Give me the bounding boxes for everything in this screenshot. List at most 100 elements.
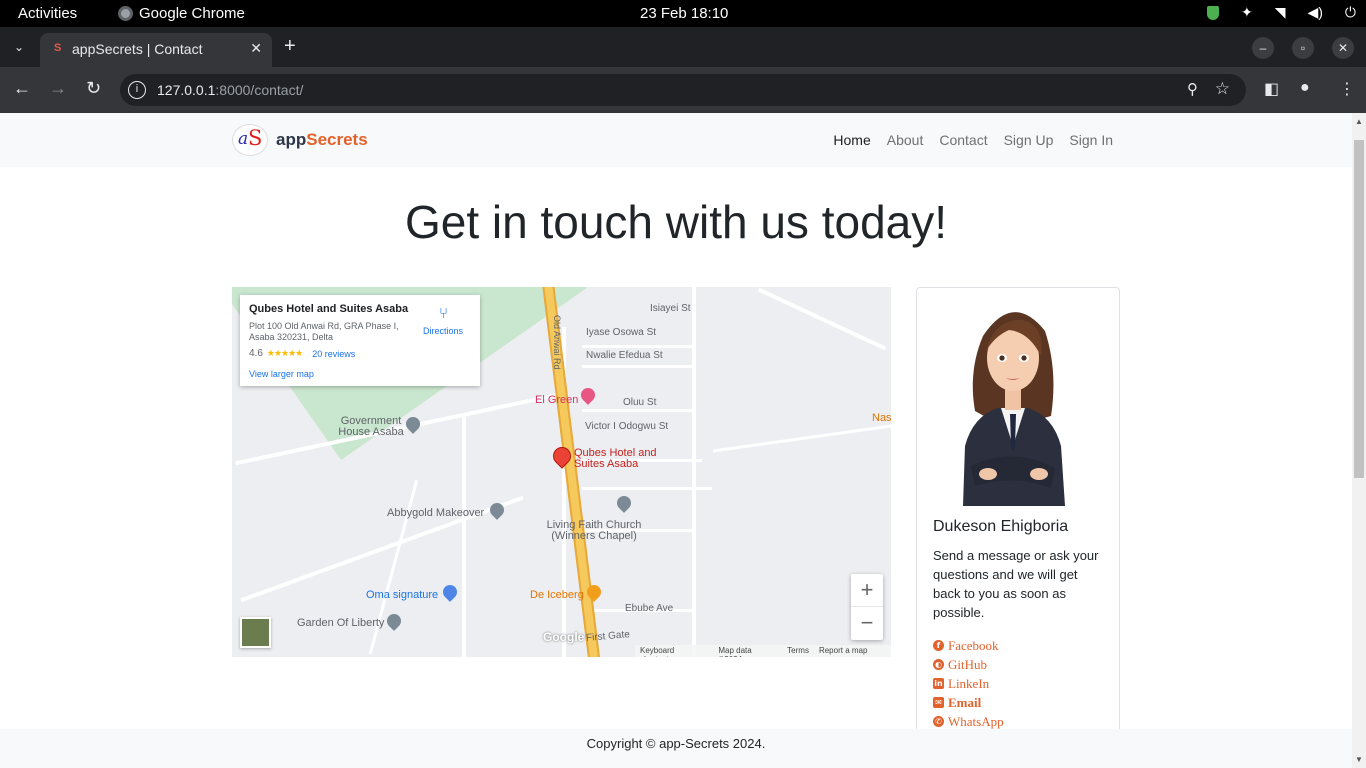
street-label: Oluu St bbox=[623, 397, 657, 408]
map-road bbox=[582, 409, 692, 412]
activities-button[interactable]: Activities bbox=[18, 5, 77, 22]
minimize-button[interactable]: – bbox=[1252, 37, 1274, 59]
street-label: Iyase Osowa St bbox=[586, 327, 657, 338]
brand-name: appSecrets bbox=[276, 130, 368, 149]
accessibility-icon: ✦ bbox=[1240, 4, 1253, 20]
power-icon: ⏻ bbox=[1344, 4, 1356, 20]
forward-button[interactable]: → bbox=[49, 78, 67, 99]
volume-icon: ◀) bbox=[1307, 4, 1323, 20]
site-footer: Copyright © app-Secrets 2024. bbox=[0, 729, 1352, 768]
map-road bbox=[712, 424, 891, 453]
app-menu[interactable]: Google Chrome bbox=[118, 5, 245, 22]
map-road bbox=[757, 287, 887, 351]
tab-close-icon[interactable]: ✕ bbox=[250, 40, 262, 57]
poi-label: El Green bbox=[535, 394, 579, 406]
site-navbar: aS appSecrets Home About Contact Sign Up… bbox=[0, 113, 1352, 167]
page-scrollbar[interactable]: ▲ ▼ bbox=[1352, 113, 1366, 768]
nav-link-signin[interactable]: Sign In bbox=[1069, 132, 1113, 148]
tab-title: appSecrets | Contact bbox=[72, 41, 203, 57]
back-button[interactable]: ← bbox=[13, 78, 31, 99]
poi-label: Garden Of Liberty bbox=[297, 617, 385, 629]
reload-button[interactable]: ↻ bbox=[86, 78, 101, 99]
whatsapp-link[interactable]: ✆ WhatsApp bbox=[933, 714, 1004, 729]
profile-description: Send a message or ask your questions and… bbox=[933, 548, 1099, 620]
nav-link-signup[interactable]: Sign Up bbox=[1004, 132, 1054, 148]
shield-icon bbox=[1206, 5, 1219, 20]
menu-kebab-icon[interactable]: ⋮ bbox=[1339, 79, 1355, 99]
map-road bbox=[582, 365, 692, 368]
bookmark-star-icon[interactable]: ☆ bbox=[1215, 79, 1230, 99]
nav-link-home[interactable]: Home bbox=[833, 132, 870, 148]
page-title: Get in touch with us today! bbox=[404, 196, 948, 248]
scroll-down-icon[interactable]: ▼ bbox=[1355, 755, 1363, 764]
brand-logo[interactable]: aS appSecrets bbox=[232, 124, 368, 156]
tab-favicon: S bbox=[54, 42, 62, 54]
facebook-icon: f bbox=[933, 640, 944, 651]
map-road bbox=[582, 345, 692, 348]
scroll-up-icon[interactable]: ▲ bbox=[1355, 117, 1363, 126]
street-label: Victor I Odogwu St bbox=[585, 421, 669, 432]
stars-icon: ★★★★★ bbox=[266, 348, 303, 358]
tab-search-button[interactable]: ⌄ bbox=[8, 36, 30, 58]
system-top-bar: Activities Google Chrome 23 Feb 18:10 ✦ … bbox=[0, 0, 1366, 27]
keyboard-shortcuts-link[interactable]: Keyboard shortcuts bbox=[640, 646, 708, 657]
url-text[interactable]: 127.0.0.1:8000/contact/ bbox=[157, 82, 303, 98]
app-name: Google Chrome bbox=[139, 5, 245, 22]
view-larger-map-link[interactable]: View larger map bbox=[249, 369, 314, 379]
poi-label: De Iceberg bbox=[530, 589, 584, 601]
tab-strip: ⌄ S appSecrets | Contact ✕ + – ▫ ✕ bbox=[0, 27, 1366, 67]
street-label: Ebube Ave bbox=[625, 603, 674, 614]
map-road bbox=[462, 417, 466, 657]
directions-icon[interactable]: ⑂ bbox=[439, 305, 448, 322]
github-link[interactable]: ◐ GitHub bbox=[933, 657, 1004, 672]
wifi-icon: ◥ bbox=[1274, 4, 1286, 20]
poi-label: Oma signature bbox=[366, 589, 439, 601]
hotel-pin-icon[interactable] bbox=[578, 385, 598, 405]
street-label: Old Anwai Rd bbox=[552, 315, 562, 370]
chrome-icon bbox=[118, 6, 133, 21]
poi-label: Living Faith Church (Winners Chapel) bbox=[546, 519, 642, 542]
whatsapp-icon: ✆ bbox=[933, 716, 944, 727]
new-tab-button[interactable]: + bbox=[284, 35, 296, 58]
poi-label: Abbygold Makeover bbox=[387, 507, 485, 519]
terms-link[interactable]: Terms bbox=[787, 646, 809, 656]
embedded-map[interactable]: Isiayei St Iyase Osowa St Nwalie Efedua … bbox=[232, 287, 891, 657]
browser-toolbar: ← → ↻ i 127.0.0.1:8000/contact/ ⚲ ☆ ◧ ● … bbox=[0, 67, 1366, 113]
maximize-button[interactable]: ▫ bbox=[1292, 37, 1314, 59]
building-pin-icon[interactable] bbox=[403, 414, 423, 434]
social-links: f Facebook ◐ GitHub in LinkeIn ✉ Email ✆ What… bbox=[933, 638, 1004, 729]
poi-label: Qubes Hotel and Suites Asaba bbox=[574, 447, 657, 470]
site-info-icon[interactable]: i bbox=[128, 81, 146, 99]
zoom-out-button[interactable]: − bbox=[851, 607, 883, 640]
avatar bbox=[963, 312, 1065, 506]
scrollbar-thumb[interactable] bbox=[1354, 140, 1364, 478]
side-panel-icon[interactable]: ◧ bbox=[1264, 79, 1279, 99]
zoom-in-button[interactable]: + bbox=[851, 574, 883, 607]
clock[interactable]: 23 Feb 18:10 bbox=[640, 5, 728, 22]
nav-links: Home About Contact Sign Up Sign In bbox=[833, 132, 1113, 148]
linkedin-link[interactable]: in LinkeIn bbox=[933, 676, 1004, 691]
nav-link-about[interactable]: About bbox=[887, 132, 924, 148]
church-pin-icon[interactable] bbox=[614, 493, 634, 513]
satellite-layer-button[interactable] bbox=[240, 617, 271, 648]
poi-label: Government House Asaba bbox=[338, 415, 404, 438]
park-pin-icon[interactable] bbox=[384, 611, 404, 631]
reviews-link[interactable]: 20 reviews bbox=[312, 349, 355, 359]
report-map-error-link[interactable]: Report a map error bbox=[819, 646, 886, 657]
map-zoom-control: + − bbox=[851, 574, 883, 640]
active-tab[interactable]: S appSecrets | Contact ✕ bbox=[40, 33, 272, 67]
nav-link-contact[interactable]: Contact bbox=[939, 132, 987, 148]
email-link[interactable]: ✉ Email bbox=[933, 695, 1004, 710]
zoom-icon[interactable]: ⚲ bbox=[1187, 80, 1198, 98]
street-label: Isiayei St bbox=[650, 303, 691, 314]
map-attribution: Keyboard shortcuts Map data ©2024 Terms … bbox=[635, 645, 891, 657]
close-window-button[interactable]: ✕ bbox=[1332, 37, 1354, 59]
envelope-icon: ✉ bbox=[933, 697, 944, 708]
profile-icon[interactable]: ● bbox=[1300, 79, 1310, 97]
facebook-link[interactable]: f Facebook bbox=[933, 638, 1004, 653]
address-bar[interactable]: i 127.0.0.1:8000/contact/ ⚲ ☆ bbox=[120, 74, 1246, 106]
github-icon: ◐ bbox=[933, 659, 944, 670]
directions-link[interactable]: Directions bbox=[423, 326, 463, 336]
system-tray[interactable]: ✦ ◥ ◀) ⏻ bbox=[1206, 4, 1356, 21]
shop-pin-icon[interactable] bbox=[440, 582, 460, 602]
